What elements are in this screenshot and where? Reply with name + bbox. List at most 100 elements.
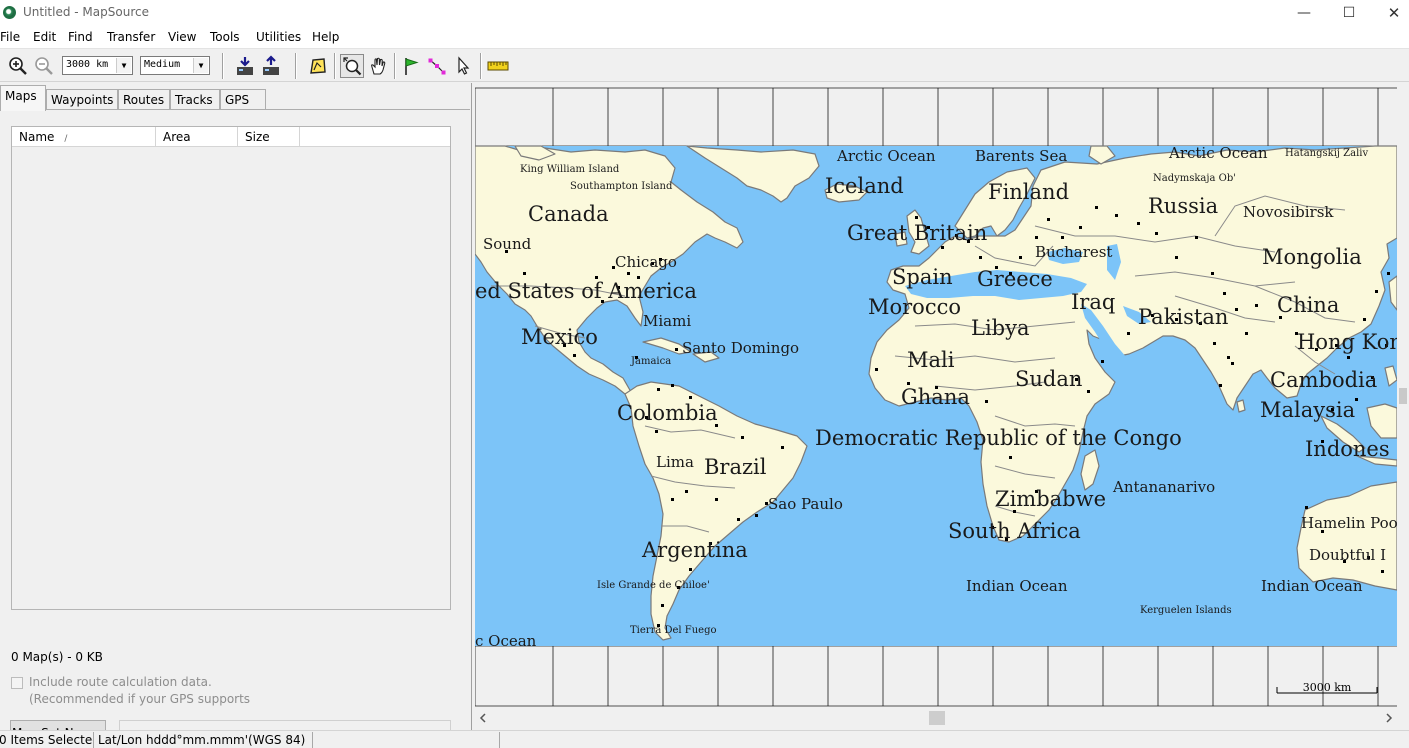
city-dot [941, 246, 944, 249]
horizontal-scrollbar[interactable] [475, 708, 1397, 728]
city-dot [1305, 506, 1308, 509]
map-label: Mexico [521, 325, 598, 349]
city-dot [671, 498, 674, 501]
route-tool-icon[interactable] [425, 54, 449, 78]
vertical-scrollbar[interactable] [1397, 86, 1409, 718]
column-header-name[interactable]: Name / [12, 127, 156, 147]
city-dot [1347, 356, 1350, 359]
zoom-scale-value: 3000 km [66, 59, 109, 70]
route-calculation-hint: (Recommended if your GPS supports [29, 692, 251, 706]
column-header-area[interactable]: Area [156, 127, 238, 147]
menu-tools[interactable]: Tools [210, 30, 240, 44]
city-dot [737, 518, 740, 521]
city-dot [1047, 218, 1050, 221]
panel-tabs: Maps Waypoints Routes Tracks GPS [0, 85, 470, 111]
city-dot [1245, 332, 1248, 335]
window-title: Untitled - MapSource [23, 5, 149, 19]
menu-utilities[interactable]: Utilities [256, 30, 301, 44]
horizontal-scroll-thumb[interactable] [929, 711, 945, 725]
map-label: Antananarivo [1112, 478, 1215, 496]
map-label: Indones [1305, 437, 1390, 461]
map-label: Nadymskaja Ob' [1153, 173, 1236, 184]
map-label: Hamelin Poo [1301, 514, 1398, 532]
map-label: Miami [643, 312, 691, 330]
toolbar-separator [295, 53, 297, 79]
menu-edit[interactable]: Edit [33, 30, 56, 44]
zoom-out-icon[interactable] [32, 54, 56, 78]
city-dot [755, 514, 758, 517]
maps-list-header: Name / Area Size [12, 127, 450, 147]
map-label: Zimbabwe [995, 487, 1106, 511]
city-dot [1087, 390, 1090, 393]
map-label: Iceland [825, 174, 904, 198]
chevron-down-icon: ▼ [116, 58, 131, 73]
map-label: Democratic Republic of the Congo [815, 426, 1182, 450]
map-label: Sudan [1015, 367, 1082, 391]
city-dot [671, 384, 674, 387]
map-label: Canada [528, 202, 609, 226]
send-to-gps-icon[interactable] [259, 54, 283, 78]
tab-waypoints[interactable]: Waypoints [46, 89, 118, 110]
city-dot [1155, 232, 1158, 235]
map-label: Greece [977, 267, 1053, 291]
city-dot [1009, 456, 1012, 459]
menu-bar: File Edit Find Transfer View Tools Utili… [0, 27, 1409, 48]
map-label: Great Britain [847, 221, 987, 245]
minimize-button[interactable]: — [1281, 0, 1327, 27]
maps-list[interactable]: Name / Area Size [11, 126, 451, 610]
hand-tool-icon[interactable] [366, 54, 390, 78]
city-dot [1227, 356, 1230, 359]
map-label: Brazil [704, 455, 767, 479]
city-dot [657, 388, 660, 391]
tab-tracks[interactable]: Tracks [170, 89, 220, 110]
tab-maps[interactable]: Maps [0, 85, 46, 111]
world-map-canvas[interactable]: Arctic Ocean Barents Sea Arctic Ocean Hatan… [475, 86, 1409, 730]
map-label: Kerguelen Islands [1140, 605, 1232, 616]
map-label: Santo Domingo [682, 339, 799, 357]
column-header-size[interactable]: Size [238, 127, 300, 147]
menu-find[interactable]: Find [68, 30, 93, 44]
zoom-scale-select[interactable]: 3000 km ▼ [62, 56, 133, 75]
route-calculation-checkbox[interactable] [11, 677, 23, 689]
distance-ruler-icon[interactable] [486, 54, 510, 78]
map-label: China [1277, 293, 1339, 317]
receive-from-gps-icon[interactable] [233, 54, 257, 78]
city-dot [1079, 226, 1082, 229]
map-view[interactable]: Arctic Ocean Barents Sea Arctic Ocean Hatan… [475, 86, 1409, 730]
city-dot [655, 430, 658, 433]
map-label: c Ocean [475, 632, 537, 650]
tab-routes[interactable]: Routes [118, 89, 170, 110]
menu-view[interactable]: View [168, 30, 196, 44]
menu-help[interactable]: Help [312, 30, 339, 44]
menu-file[interactable]: File [0, 30, 20, 44]
city-dot [875, 368, 878, 371]
city-dot [689, 568, 692, 571]
map-label: Argentina [641, 538, 748, 562]
status-pane-empty [314, 732, 500, 748]
tab-gps[interactable]: GPS [220, 89, 266, 110]
select-pointer-icon[interactable] [451, 54, 475, 78]
city-dot [985, 400, 988, 403]
status-coordinate-format: Lat/Lon hddd°mm.mmm'(WGS 84) [95, 732, 313, 748]
detail-level-select[interactable]: Medium ▼ [140, 56, 210, 75]
map-label: King William Island [520, 164, 620, 175]
zoom-in-icon[interactable] [6, 54, 30, 78]
map-label: ed States of America [475, 279, 697, 303]
city-dot [1231, 362, 1234, 365]
waypoint-flag-icon[interactable] [399, 54, 423, 78]
map-tool-icon[interactable] [306, 54, 330, 78]
vertical-scroll-thumb[interactable] [1399, 388, 1407, 404]
map-label: Isle Grande de Chiloe' [597, 580, 710, 591]
city-dot [627, 272, 630, 275]
maximize-button[interactable]: ☐ [1326, 0, 1372, 27]
city-dot [1381, 570, 1384, 573]
zoom-tool-icon[interactable] [340, 54, 364, 78]
menu-transfer[interactable]: Transfer [107, 30, 155, 44]
city-dot [1375, 290, 1378, 293]
toolbar-separator [394, 53, 396, 79]
close-button[interactable]: ✕ [1371, 0, 1409, 27]
city-dot [1061, 236, 1064, 239]
map-label: Chicago [615, 253, 677, 271]
city-dot [1235, 308, 1238, 311]
chevron-down-icon: ▼ [193, 58, 208, 73]
